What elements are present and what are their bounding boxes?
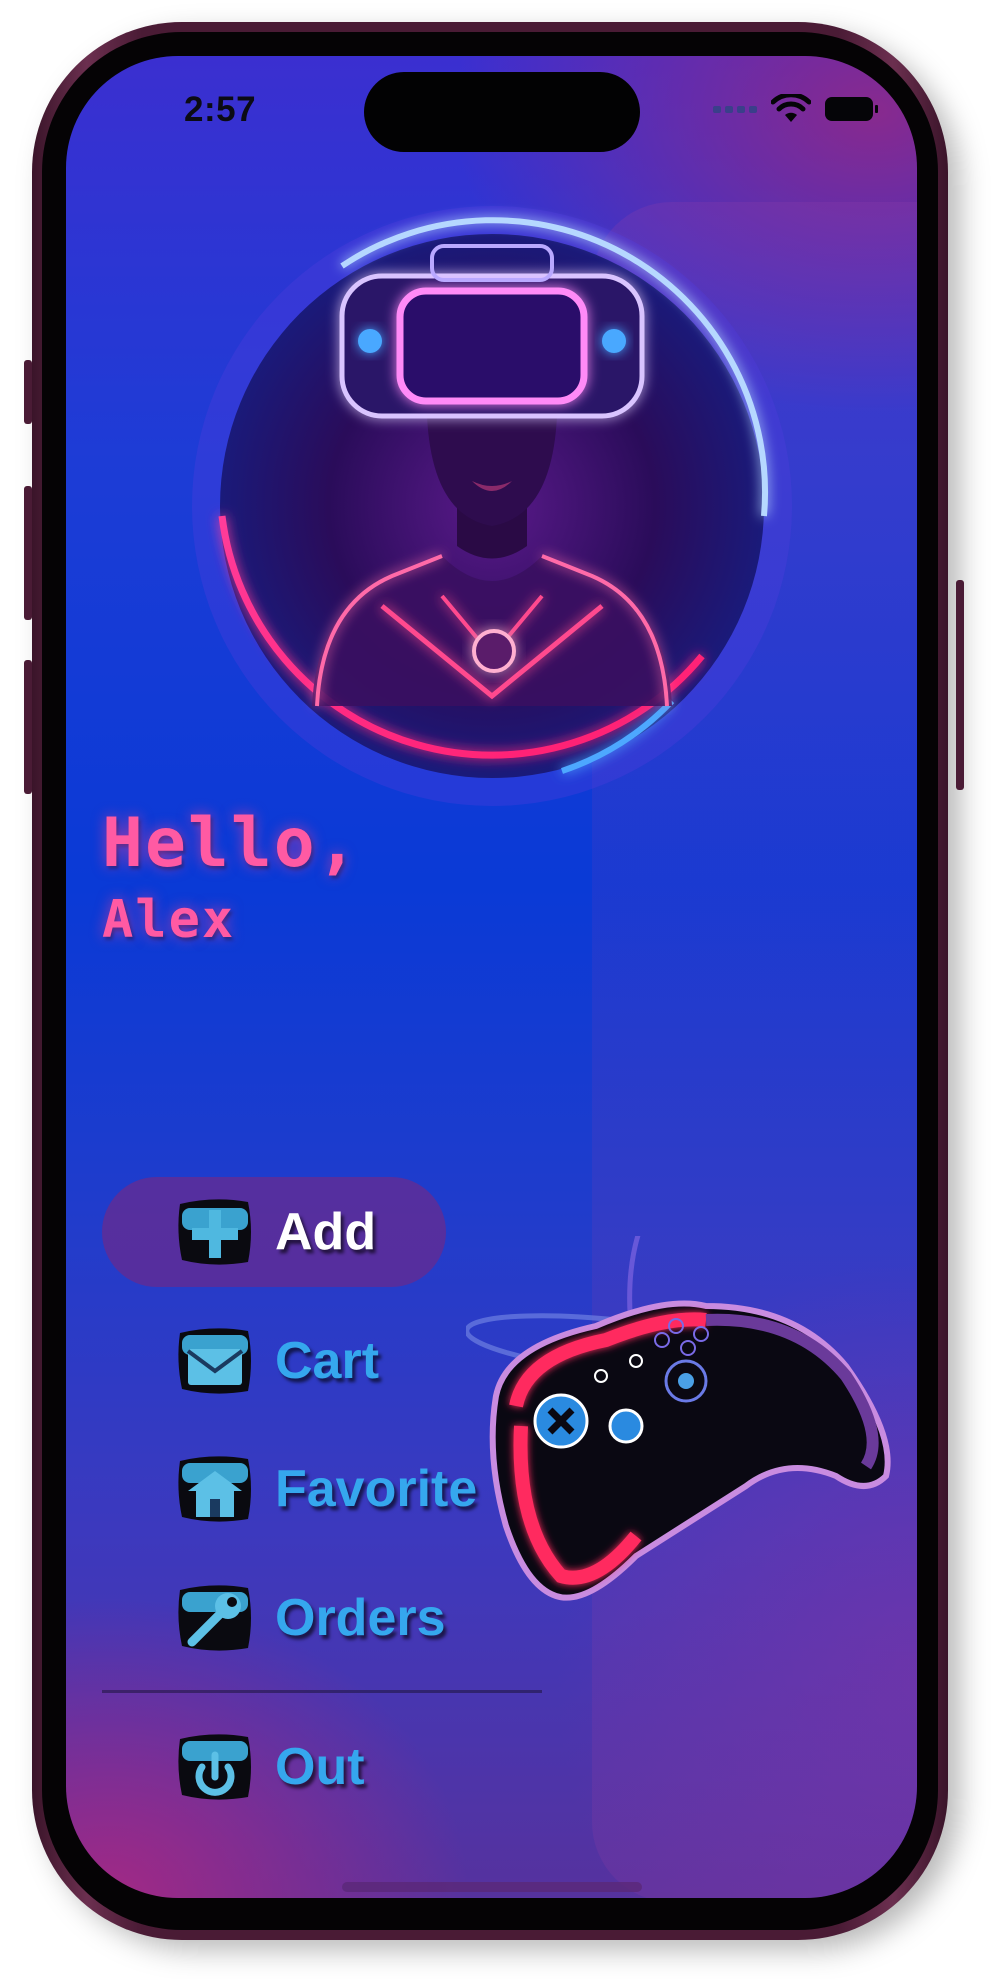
greeting-name: Alex bbox=[102, 890, 236, 950]
app-screen: 2:57 Hello, Alex Add Cart Favorite Order… bbox=[66, 56, 917, 1898]
power-button bbox=[956, 580, 964, 790]
vr-avatar-illustration bbox=[192, 206, 792, 806]
plus-icon bbox=[178, 1199, 251, 1265]
wrench-icon bbox=[178, 1585, 251, 1651]
power-icon bbox=[178, 1734, 251, 1800]
dynamic-island bbox=[364, 72, 640, 152]
cellular-signal-icon bbox=[713, 105, 757, 113]
menu-label-orders: Orders bbox=[275, 1589, 446, 1647]
greeting-hello: Hello, bbox=[102, 804, 360, 883]
game-controller-illustration bbox=[466, 1236, 891, 1601]
status-icons bbox=[713, 92, 878, 126]
silent-switch bbox=[24, 360, 32, 424]
home-icon bbox=[178, 1456, 251, 1522]
volume-down-button bbox=[24, 660, 32, 794]
battery-icon bbox=[825, 97, 878, 121]
menu-label-cart: Cart bbox=[275, 1332, 380, 1390]
envelope-icon bbox=[178, 1328, 251, 1394]
wifi-icon bbox=[771, 94, 811, 122]
home-indicator bbox=[342, 1882, 642, 1892]
menu-item-add[interactable]: Add bbox=[102, 1177, 446, 1287]
status-time: 2:57 bbox=[184, 90, 257, 129]
menu-label-favorite: Favorite bbox=[275, 1460, 478, 1518]
menu-label-add: Add bbox=[275, 1203, 377, 1261]
menu-label-out: Out bbox=[275, 1738, 365, 1796]
menu-divider bbox=[102, 1690, 542, 1693]
volume-up-button bbox=[24, 486, 32, 620]
